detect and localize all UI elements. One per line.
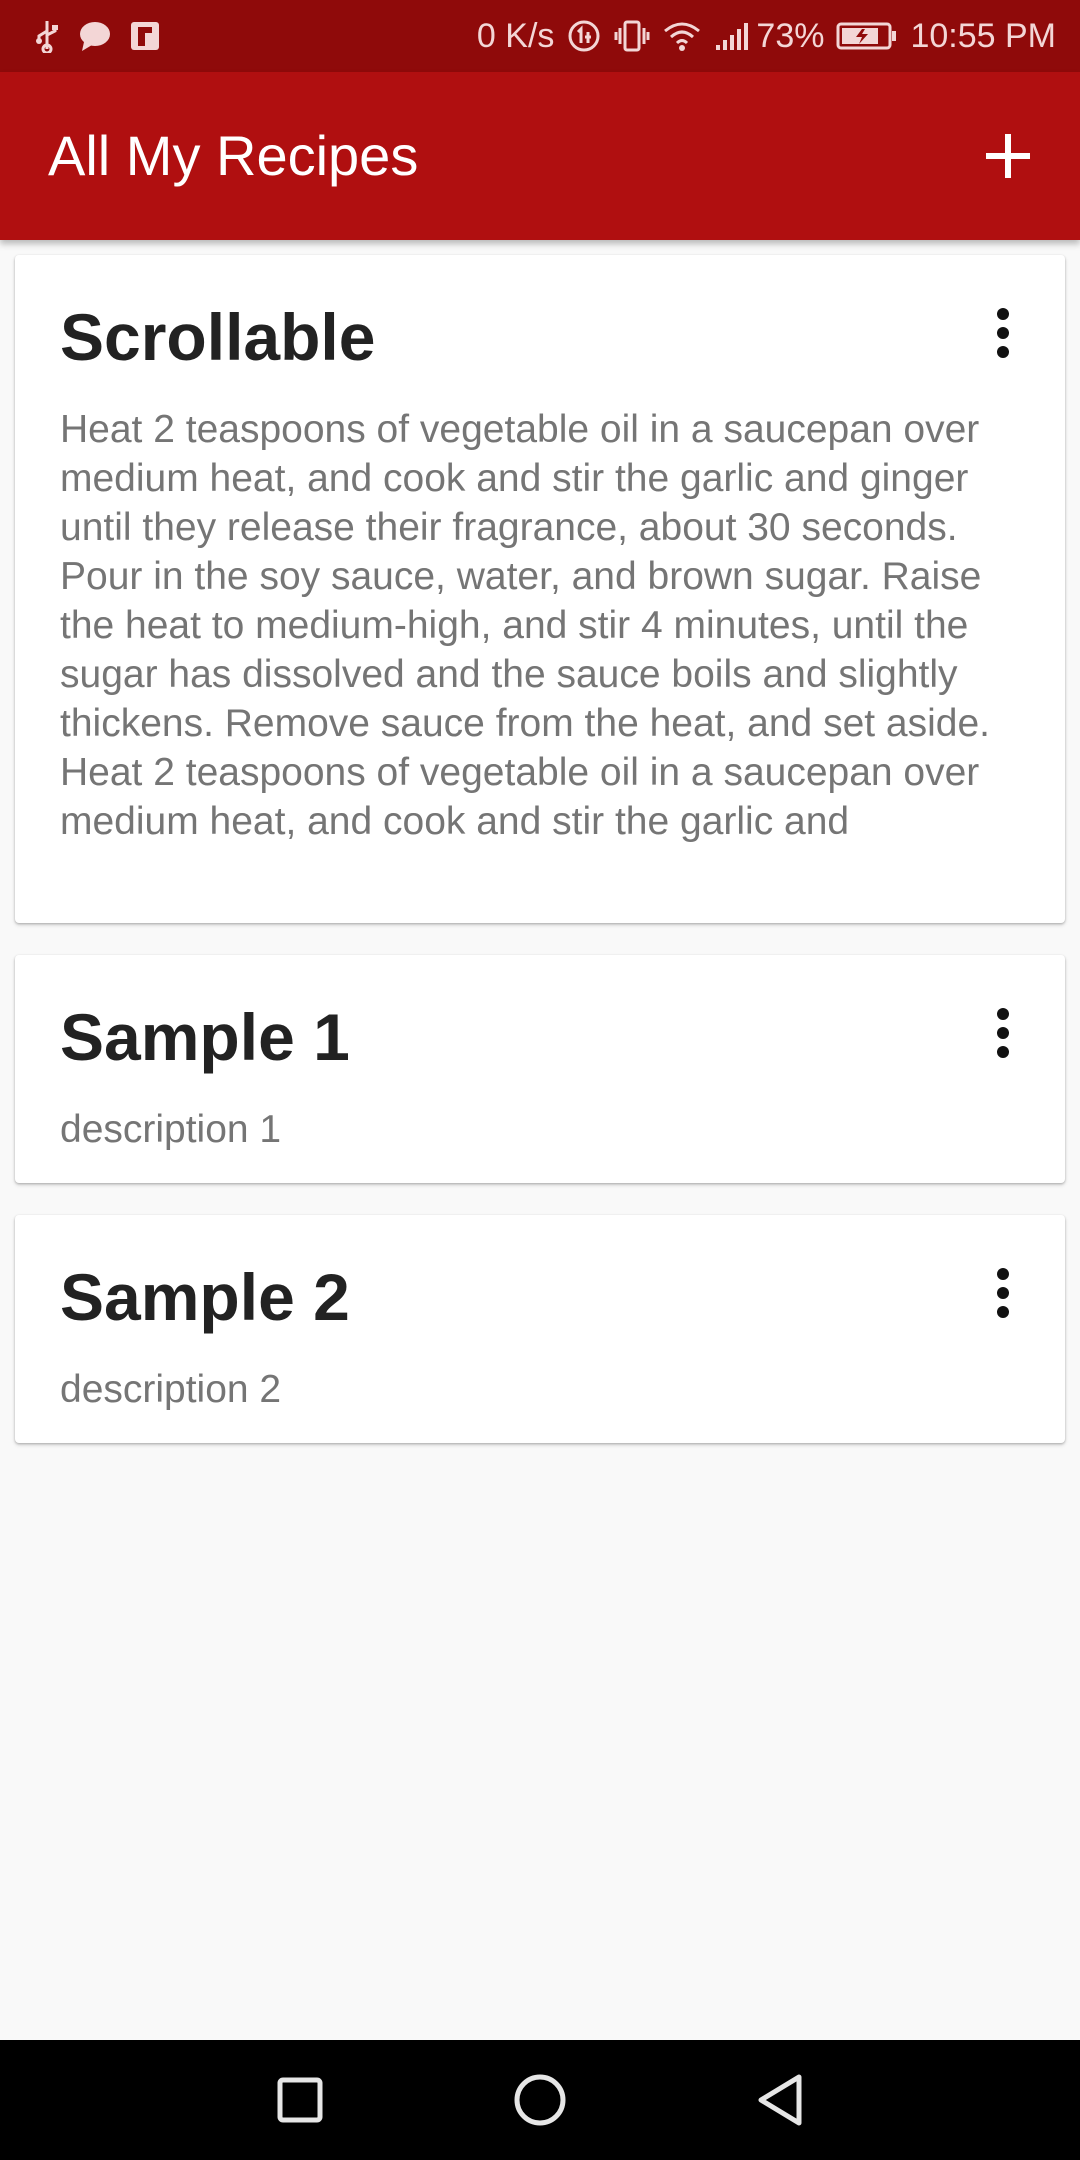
signal-icon [714,21,752,51]
flipboard-icon [130,21,160,51]
data-saver-icon [566,18,602,54]
more-vert-icon [997,1268,1009,1318]
recipe-title: Scrollable [60,300,376,374]
wifi-icon [662,20,702,52]
app-bar: All My Recipes [0,72,1080,240]
usb-icon [34,19,60,53]
status-right-icons: 0 K/s 73% 10:55 PM [465,17,1056,56]
battery-charging-icon [836,21,898,51]
back-triangle-icon [758,2074,802,2126]
recipe-description: description 1 [60,1108,282,1151]
plus-icon [986,134,1030,178]
recipe-more-options-button[interactable] [975,293,1031,373]
recipe-more-options-button[interactable] [975,1253,1031,1333]
add-recipe-button[interactable] [964,112,1052,200]
recipe-more-options-button[interactable] [975,993,1031,1073]
recipe-card[interactable]: Scrollable Heat 2 teaspoons of vegetable… [15,255,1065,923]
vibrate-icon [614,19,650,53]
status-bar: 0 K/s 73% 10:55 PM [0,0,1080,72]
battery-percent: 73% [756,16,825,55]
recents-square-icon [277,2077,323,2123]
home-button[interactable] [510,2070,570,2130]
recents-button[interactable] [270,2070,330,2130]
clock: 10:55 PM [910,16,1056,55]
page-title: All My Recipes [48,124,419,187]
recipe-card[interactable]: Sample 2 description 2 [15,1215,1065,1443]
more-vert-icon [997,308,1009,358]
recipe-description: description 2 [60,1368,282,1411]
status-left-icons [34,19,178,53]
chat-bubble-icon [78,20,112,52]
network-speed: 0 K/s [476,16,555,55]
recipe-title: Sample 2 [60,1260,350,1334]
back-button[interactable] [750,2070,810,2130]
recipe-card[interactable]: Sample 1 description 1 [15,955,1065,1183]
recipe-title: Sample 1 [60,1000,350,1074]
recipe-description[interactable]: Heat 2 teaspoons of vegetable oil in a s… [60,405,1035,895]
system-nav-bar [0,2040,1080,2160]
more-vert-icon [997,1008,1009,1058]
home-circle-icon [514,2074,566,2126]
